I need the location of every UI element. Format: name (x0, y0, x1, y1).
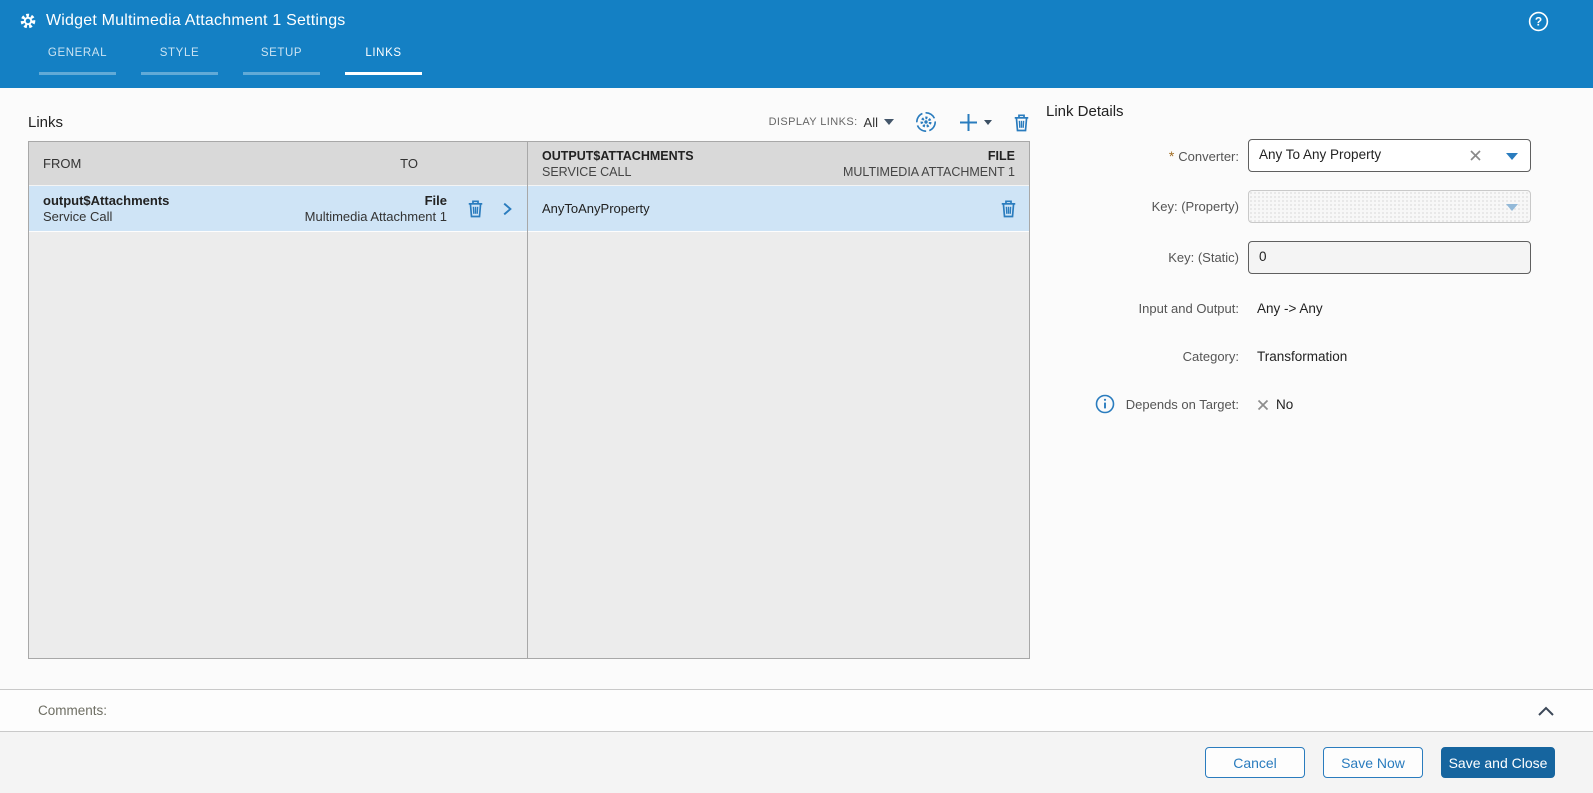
converter-label: Converter: (1178, 148, 1239, 164)
widget-settings-dialog: Widget Multimedia Attachment 1 Settings … (0, 0, 1593, 793)
link-to-entity: Multimedia Attachment 1 (304, 208, 447, 224)
info-icon[interactable] (1095, 394, 1115, 414)
binding-header-target-entity: MULTIMEDIA ATTACHMENT 1 (842, 164, 1015, 179)
from-to-table-header: FROM TO (29, 142, 527, 186)
key-static-input[interactable]: 0 (1248, 241, 1531, 274)
column-header-from: FROM (43, 156, 82, 171)
settings-tabs: GENERAL STYLE SETUP LINKS (39, 44, 422, 75)
plus-icon (960, 113, 977, 131)
chevron-down-icon[interactable] (1506, 153, 1518, 160)
link-details-panel: Link Details * Converter: Any To Any Prop… (1046, 103, 1540, 414)
key-static-label: Key: (Static) (1168, 250, 1239, 265)
cancel-button[interactable]: Cancel (1205, 747, 1305, 778)
links-section: Links DISPLAY LINKS: All FROM TO output$… (28, 103, 1030, 659)
dialog-footer: Cancel Save Now Save and Close (0, 732, 1593, 793)
delete-binding-icon[interactable] (1000, 199, 1017, 218)
help-icon[interactable]: ? (1528, 11, 1549, 32)
x-no-icon (1257, 399, 1269, 410)
display-links-label: DISPLAY LINKS: (768, 116, 858, 128)
category-label: Category: (1182, 349, 1239, 364)
converter-dropdown[interactable]: Any To Any Property (1248, 139, 1531, 172)
save-and-close-button[interactable]: Save and Close (1441, 747, 1555, 778)
binding-header-source: OUTPUT$ATTACHMENTS (542, 148, 694, 163)
binding-converter-name: AnyToAnyProperty (542, 201, 650, 216)
display-links-filter[interactable]: DISPLAY LINKS: All (769, 115, 894, 130)
auto-bind-gear-icon[interactable] (915, 111, 937, 133)
converter-value: Any To Any Property (1259, 147, 1382, 162)
delete-links-button[interactable] (1013, 113, 1030, 132)
tab-links[interactable]: LINKS (345, 44, 422, 75)
binding-table-header: OUTPUT$ATTACHMENTS SERVICE CALL FILE MUL… (528, 142, 1029, 186)
from-to-table: FROM TO output$Attachments Service Call … (29, 142, 528, 658)
clear-converter-icon[interactable] (1469, 149, 1482, 162)
chevron-down-icon (1506, 204, 1518, 211)
key-property-dropdown[interactable] (1248, 190, 1531, 223)
display-links-value: All (863, 114, 878, 130)
chevron-right-icon[interactable] (499, 201, 515, 217)
chevron-up-icon[interactable] (1537, 705, 1555, 717)
input-output-label: Input and Output: (1138, 301, 1239, 316)
depends-on-target-value: No (1276, 397, 1294, 412)
link-details-title: Link Details (1046, 103, 1124, 120)
dialog-header: Widget Multimedia Attachment 1 Settings … (0, 0, 1593, 88)
required-asterisk: * (1168, 147, 1175, 164)
links-toolbar: DISPLAY LINKS: All (769, 111, 1030, 133)
tab-style[interactable]: STYLE (141, 44, 218, 75)
link-from-name: output$Attachments (43, 192, 170, 208)
depends-on-target-label: Depends on Target: (1125, 397, 1239, 412)
chevron-down-icon (984, 119, 992, 125)
comments-bar[interactable]: Comments: (0, 689, 1593, 732)
tab-general[interactable]: GENERAL (39, 44, 116, 75)
category-value: Transformation (1257, 349, 1348, 364)
link-to-name: File (424, 192, 447, 208)
svg-text:?: ? (1535, 15, 1542, 29)
links-title: Links (28, 113, 64, 131)
tab-setup[interactable]: SETUP (243, 44, 320, 75)
binding-header-source-entity: SERVICE CALL (542, 164, 632, 179)
key-property-label: Key: (Property) (1151, 199, 1239, 214)
dialog-title: Widget Multimedia Attachment 1 Settings (46, 12, 346, 29)
chevron-down-icon (884, 119, 894, 125)
column-header-to: TO (400, 156, 418, 171)
binding-table: OUTPUT$ATTACHMENTS SERVICE CALL FILE MUL… (528, 142, 1029, 658)
comments-label: Comments: (38, 703, 108, 718)
link-from-entity: Service Call (43, 208, 113, 224)
delete-row-icon[interactable] (467, 199, 484, 218)
key-static-value: 0 (1259, 249, 1267, 264)
save-now-button[interactable]: Save Now (1323, 747, 1423, 778)
links-tables: FROM TO output$Attachments Service Call … (28, 141, 1030, 659)
settings-gear-icon (20, 13, 36, 29)
input-output-value: Any -> Any (1257, 301, 1323, 316)
binding-row-selected[interactable]: AnyToAnyProperty (528, 186, 1029, 232)
add-link-button[interactable] (958, 112, 992, 133)
link-row-selected[interactable]: output$Attachments Service Call File Mul… (29, 186, 527, 232)
binding-header-target: FILE (987, 148, 1015, 163)
